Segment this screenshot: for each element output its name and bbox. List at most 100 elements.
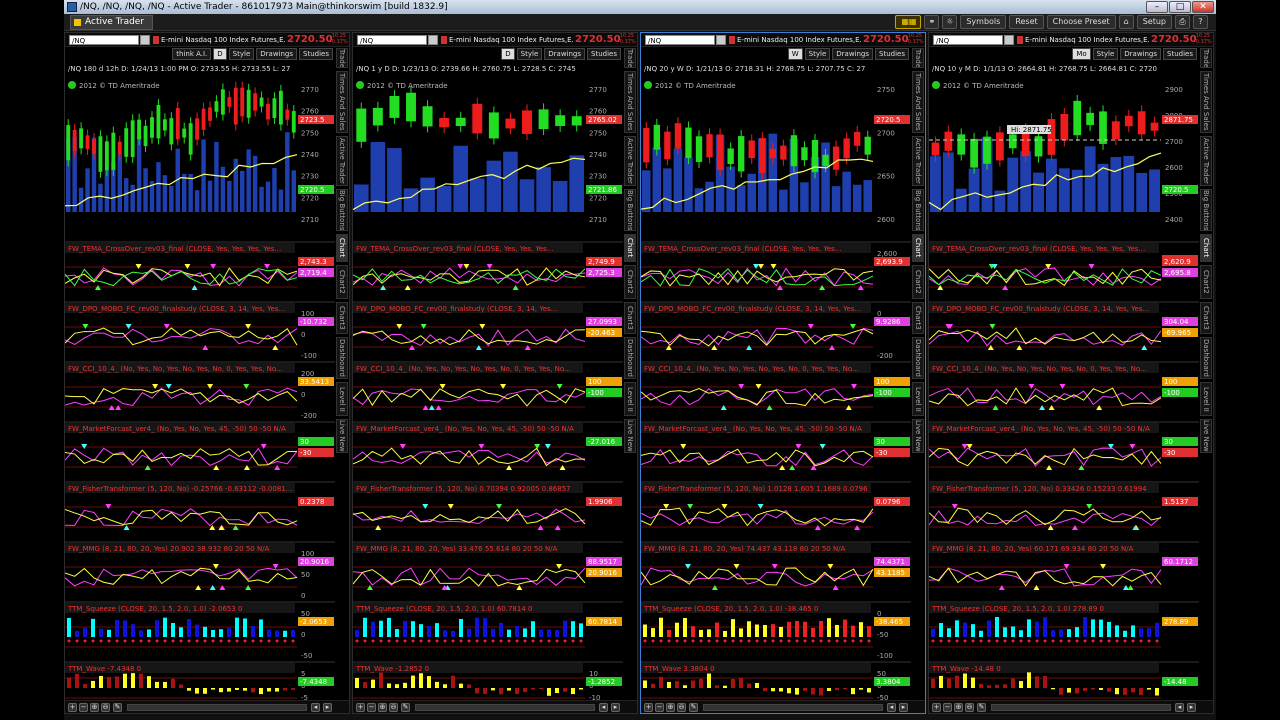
side-tab-live-news[interactable]: Live News xyxy=(912,419,924,453)
study-title[interactable]: FW_MMG (8, 21, 80, 20, Yes) 74.437 43.11… xyxy=(644,545,846,553)
side-tab-active-trader[interactable]: Active Trader xyxy=(336,136,348,186)
side-tab-trade[interactable]: Trade xyxy=(624,48,636,68)
side-tab-live-news[interactable]: Live News xyxy=(624,419,636,453)
zoom-out-icon[interactable]: − xyxy=(79,703,88,712)
side-tab-chart[interactable]: Chart xyxy=(912,234,924,262)
aggregation-button[interactable]: think A.I. xyxy=(172,48,212,60)
side-tab-live-news[interactable]: Live News xyxy=(1200,419,1212,453)
layout-grid-button[interactable]: ▦▦ xyxy=(895,15,922,29)
symbol-input[interactable]: /NQ xyxy=(933,35,1003,45)
period-button[interactable]: D xyxy=(501,48,515,60)
expand-icon[interactable]: ⊕ xyxy=(378,703,387,712)
chart-canvas[interactable]: /NQ 1 y D D: 1/23/13 O: 2739.66 H: 2760.… xyxy=(353,62,623,702)
drawings-button[interactable]: Drawings xyxy=(1120,48,1162,60)
side-tab-dashboard[interactable]: Dashboard xyxy=(912,337,924,379)
pencil-icon[interactable]: ✎ xyxy=(689,703,698,712)
info-icon[interactable] xyxy=(68,81,76,89)
studies-button[interactable]: Studies xyxy=(299,48,333,60)
side-tab-big-buttons[interactable]: Big Buttons xyxy=(912,189,924,231)
expand-icon[interactable]: ⊕ xyxy=(90,703,99,712)
study-title[interactable]: FW_MMG (8, 21, 80, 20, Yes) 60.171 69.93… xyxy=(932,545,1134,553)
side-tab-times-and-sales[interactable]: Times And Sales xyxy=(624,71,636,133)
symbols-button[interactable]: Symbols xyxy=(960,15,1007,29)
side-tab-chart2[interactable]: Chart2 xyxy=(624,265,636,299)
side-tab-big-buttons[interactable]: Big Buttons xyxy=(336,189,348,231)
side-tab-big-buttons[interactable]: Big Buttons xyxy=(1200,189,1212,231)
minimize-button[interactable]: – xyxy=(1146,1,1168,13)
study-title[interactable]: TTM_Wave -7.4348 0 xyxy=(67,665,141,673)
symbol-input[interactable]: /NQ xyxy=(357,35,427,45)
study-title[interactable]: FW_MarketForcast_ver4_ (No, Yes, No, Yes… xyxy=(356,425,574,433)
studies-button[interactable]: Studies xyxy=(875,48,909,60)
side-tab-level-ii[interactable]: Level II xyxy=(912,382,924,416)
study-title[interactable]: TTM_Wave -1.2852 0 xyxy=(355,665,429,673)
chart-canvas[interactable]: /NQ 20 y W D: 1/21/13 O: 2718.31 H: 2768… xyxy=(641,62,911,702)
study-title[interactable]: FW_CCI_10_4_ (No, Yes, No, Yes, No, Yes,… xyxy=(68,365,283,373)
side-tab-dashboard[interactable]: Dashboard xyxy=(336,337,348,379)
style-button[interactable]: Style xyxy=(516,48,543,60)
side-tab-chart3[interactable]: Chart3 xyxy=(336,302,348,334)
chart-canvas[interactable]: /NQ 180 d 12h D: 1/24/13 1:00 PM O: 2733… xyxy=(65,62,335,702)
study-title[interactable]: FW_CCI_10_4_ (No, Yes, No, Yes, No, Yes,… xyxy=(644,365,859,373)
style-button[interactable]: Style xyxy=(804,48,831,60)
reset-button[interactable]: Reset xyxy=(1009,15,1044,29)
info-icon[interactable] xyxy=(356,81,364,89)
zoom-in-icon[interactable]: + xyxy=(356,703,365,712)
horizontal-scrollbar[interactable] xyxy=(127,704,307,711)
study-title[interactable]: FW_TEMA_CrossOver_rev03_final (CLOSE, Ye… xyxy=(932,245,1145,253)
maximize-button[interactable]: □ xyxy=(1169,1,1191,13)
study-title[interactable]: FW_MarketForcast_ver4_ (No, Yes, No, Yes… xyxy=(68,425,286,433)
drawings-button[interactable]: Drawings xyxy=(544,48,586,60)
horizontal-scrollbar[interactable] xyxy=(991,704,1171,711)
scroll-right-icon[interactable]: ▸ xyxy=(611,703,620,712)
active-trader-tab[interactable]: Active Trader xyxy=(70,15,154,30)
zoom-in-icon[interactable]: + xyxy=(68,703,77,712)
scroll-left-icon[interactable]: ◂ xyxy=(311,703,320,712)
symbol-dropdown-icon[interactable] xyxy=(428,35,438,45)
help-icon[interactable]: ? xyxy=(1193,15,1208,29)
side-tab-chart3[interactable]: Chart3 xyxy=(1200,302,1212,334)
scroll-left-icon[interactable]: ◂ xyxy=(599,703,608,712)
study-title[interactable]: FW_DPO_MOBO_FC_rev00_finalstudy (CLOSE, … xyxy=(68,305,285,313)
side-tab-level-ii[interactable]: Level II xyxy=(624,382,636,416)
pencil-icon[interactable]: ✎ xyxy=(401,703,410,712)
print-icon[interactable]: ⎙ xyxy=(1175,15,1190,29)
study-title[interactable]: TTM_Wave 3.3804 0 xyxy=(643,665,715,673)
side-tab-trade[interactable]: Trade xyxy=(1200,48,1212,68)
side-tab-big-buttons[interactable]: Big Buttons xyxy=(624,189,636,231)
symbol-input[interactable]: /NQ xyxy=(645,35,715,45)
symbol-input[interactable]: /NQ xyxy=(69,35,139,45)
side-tab-times-and-sales[interactable]: Times And Sales xyxy=(912,71,924,133)
studies-button[interactable]: Studies xyxy=(587,48,621,60)
drawings-button[interactable]: Drawings xyxy=(256,48,298,60)
study-title[interactable]: FW_FisherTransformer (5, 120, No) -0.257… xyxy=(68,485,292,493)
side-tab-active-trader[interactable]: Active Trader xyxy=(1200,136,1212,186)
study-title[interactable]: FW_DPO_MOBO_FC_rev00_finalstudy (CLOSE, … xyxy=(932,305,1149,313)
side-tab-chart[interactable]: Chart xyxy=(624,234,636,262)
study-title[interactable]: TTM_Squeeze (CLOSE, 20, 1.5, 2.0, 1.0) 2… xyxy=(931,605,1104,613)
info-icon[interactable] xyxy=(644,81,652,89)
side-tab-chart2[interactable]: Chart2 xyxy=(336,265,348,299)
side-tab-chart[interactable]: Chart xyxy=(1200,234,1212,262)
side-tab-times-and-sales[interactable]: Times And Sales xyxy=(336,71,348,133)
study-title[interactable]: FW_TEMA_CrossOver_rev03_final (CLOSE, Ye… xyxy=(644,245,841,253)
sun-icon[interactable]: ☼ xyxy=(942,15,958,29)
expand-icon[interactable]: ⊕ xyxy=(666,703,675,712)
study-title[interactable]: FW_TEMA_CrossOver_rev03_final (CLOSE, Ye… xyxy=(68,245,281,253)
side-tab-trade[interactable]: Trade xyxy=(912,48,924,68)
horizontal-scrollbar[interactable] xyxy=(415,704,595,711)
pencil-icon[interactable]: ✎ xyxy=(977,703,986,712)
style-button[interactable]: Style xyxy=(1092,48,1119,60)
zoom-out-icon[interactable]: − xyxy=(943,703,952,712)
side-tab-level-ii[interactable]: Level II xyxy=(1200,382,1212,416)
choose-preset-button[interactable]: Choose Preset xyxy=(1046,15,1116,29)
style-button[interactable]: Style xyxy=(228,48,255,60)
chart-canvas[interactable]: /NQ 10 y M D: 1/1/13 O: 2664.81 H: 2768.… xyxy=(929,62,1199,702)
studies-button[interactable]: Studies xyxy=(1163,48,1197,60)
scroll-left-icon[interactable]: ◂ xyxy=(887,703,896,712)
study-title[interactable]: FW_CCI_10_4_ (No, Yes, No, Yes, No, Yes,… xyxy=(932,365,1147,373)
study-title[interactable]: TTM_Squeeze (CLOSE, 20, 1.5, 2.0, 1.0) -… xyxy=(643,605,819,613)
setup-button[interactable]: Setup xyxy=(1136,15,1172,29)
collapse-icon[interactable]: ⊖ xyxy=(677,703,686,712)
zoom-in-icon[interactable]: + xyxy=(644,703,653,712)
